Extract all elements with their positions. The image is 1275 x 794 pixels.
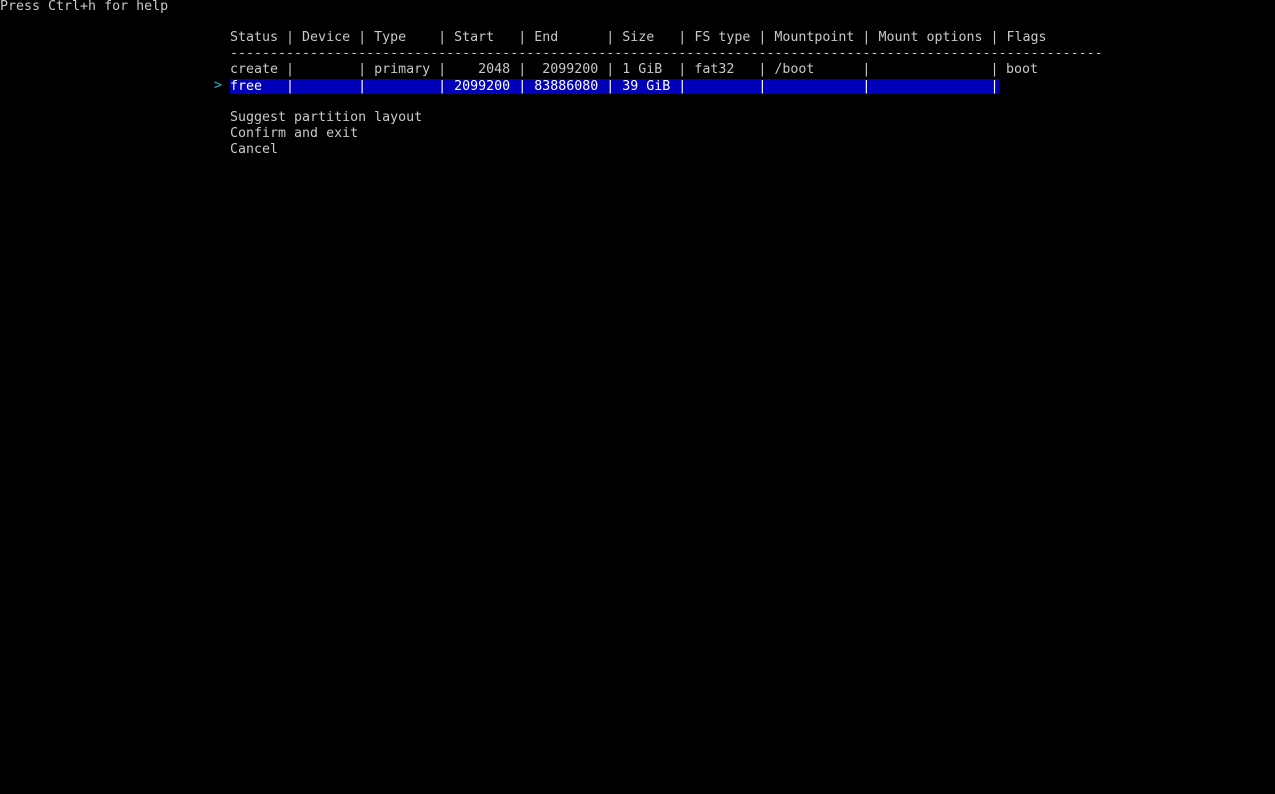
suggest-partition-layout-option[interactable]: Suggest partition layout: [230, 110, 422, 126]
header-divider: ----------------------------------------…: [230, 46, 1103, 61]
partition-row-create[interactable]: create | | primary | 2048 | 2099200 | 1 …: [230, 62, 999, 78]
help-hint: Press Ctrl+h for help: [0, 0, 169, 14]
cancel-option[interactable]: Cancel: [230, 142, 278, 158]
partition-row-free[interactable]: free | | | 2099200 | 83886080 | 39 GiB |…: [230, 79, 999, 94]
partition-table-header: Status | Device | Type | Start | End | S…: [230, 30, 1047, 45]
selection-cursor-icon: >: [214, 78, 223, 93]
partition-row-create-flags: boot: [1006, 62, 1039, 77]
confirm-and-exit-option[interactable]: Confirm and exit: [230, 126, 358, 142]
